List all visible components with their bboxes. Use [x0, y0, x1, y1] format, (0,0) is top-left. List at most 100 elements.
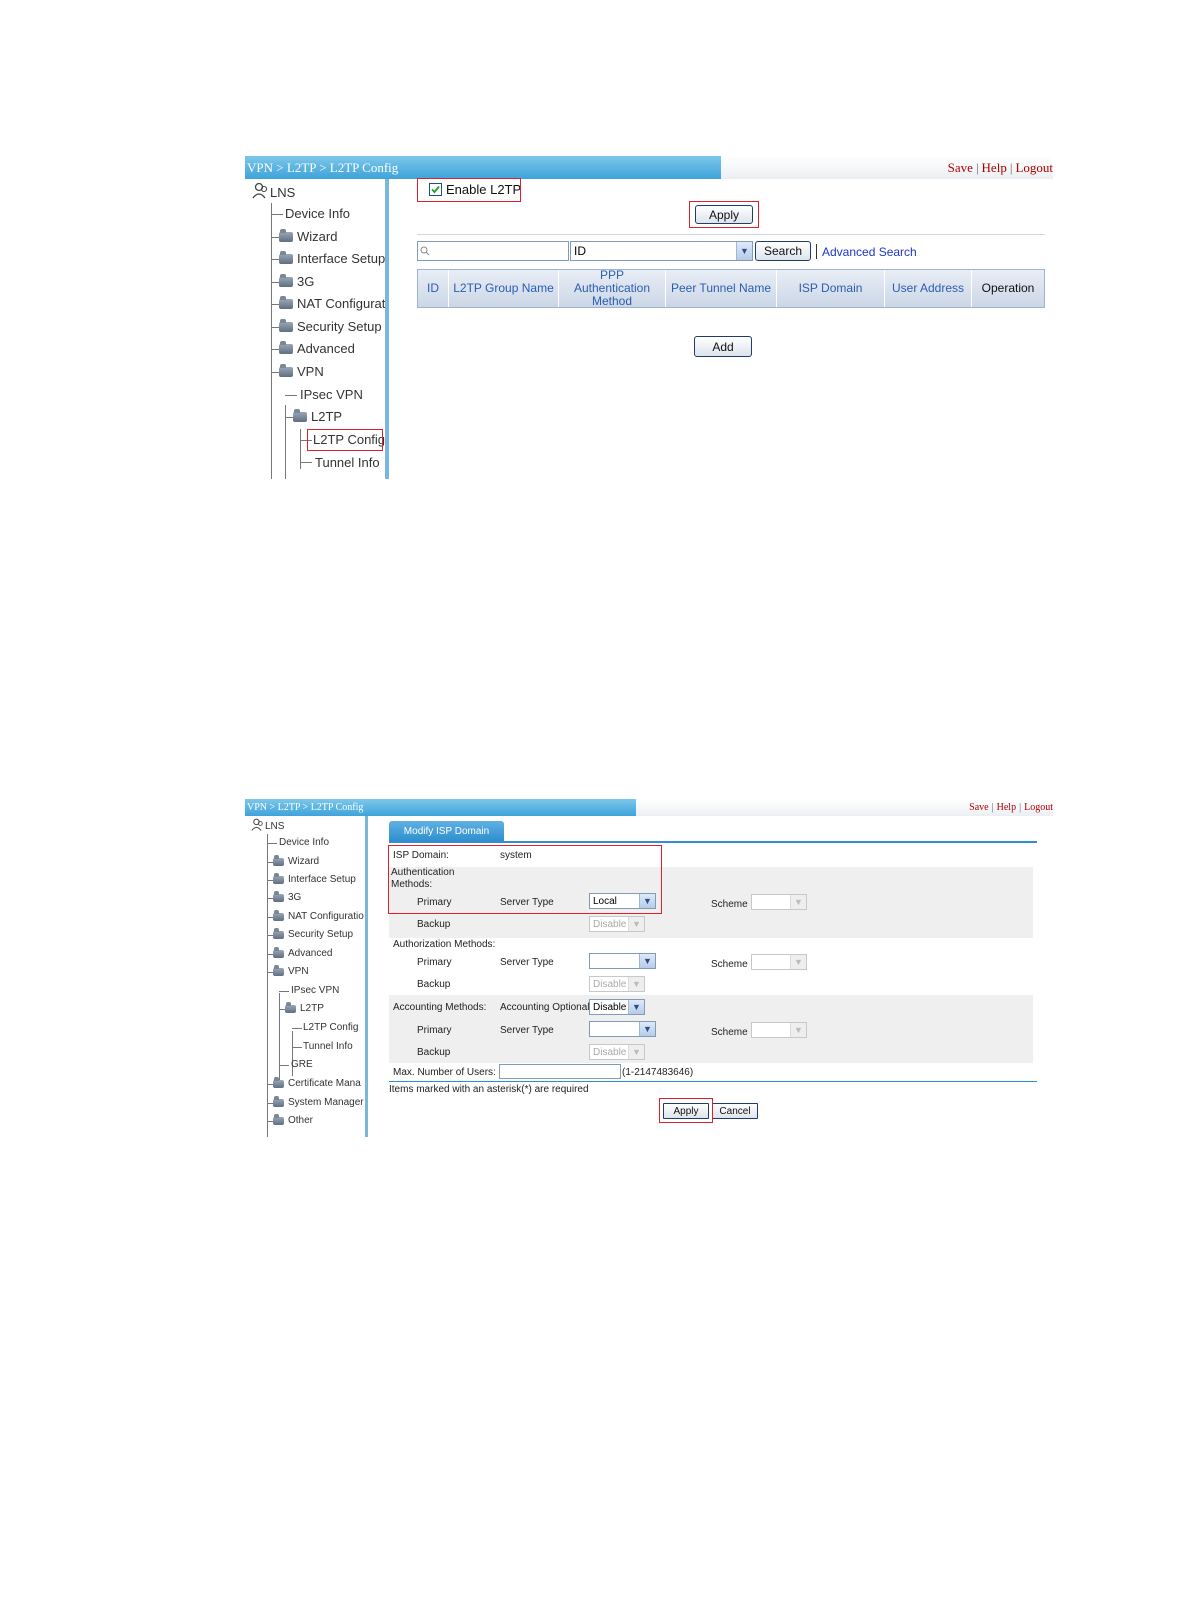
- breadcrumb: VPN > L2TP > L2TP Config: [245, 799, 636, 816]
- tree-item-device-info[interactable]: Device Info: [285, 206, 350, 221]
- auth-scheme-label: Scheme: [711, 899, 748, 910]
- acct-primary-server-select[interactable]: ▼: [589, 1021, 656, 1037]
- tree-item-3g[interactable]: 3G: [273, 890, 301, 903]
- save-link[interactable]: Save: [948, 160, 973, 176]
- tree-item-security-setup[interactable]: Security Setup: [279, 318, 382, 334]
- tree-item-tunnel-info[interactable]: Tunnel Info: [315, 455, 380, 470]
- tree-item-other[interactable]: Other: [273, 1113, 313, 1126]
- authz-backup-label: Backup: [417, 979, 451, 990]
- chevron-down-icon: ▼: [736, 242, 752, 260]
- tree-item-tunnel-info[interactable]: Tunnel Info: [303, 1041, 353, 1052]
- folder-icon: [273, 854, 284, 866]
- tree-item-gre[interactable]: GRE: [291, 1059, 313, 1070]
- authz-primary-server-select[interactable]: ▼: [589, 953, 656, 969]
- acct-optional-select[interactable]: Disable ▼: [589, 999, 645, 1015]
- authz-server-type-label: Server Type: [500, 957, 554, 968]
- nav-tree: LNS Device Info Wizard Interface Setup 3…: [245, 816, 368, 1137]
- apply-button[interactable]: Apply: [663, 1103, 709, 1119]
- column-header-auth-method[interactable]: PPP Authentication Method: [559, 268, 666, 308]
- tree-item-l2tp-config[interactable]: L2TP Config: [313, 432, 385, 447]
- acct-scheme-select[interactable]: ▼: [751, 1022, 807, 1038]
- tree-item-label: Advanced: [297, 341, 355, 356]
- apply-button[interactable]: Apply: [695, 205, 753, 224]
- column-header-id[interactable]: ID: [418, 270, 449, 307]
- chevron-down-icon: ▼: [628, 917, 644, 931]
- chevron-down-icon: ▼: [628, 1045, 644, 1059]
- column-header-isp-domain[interactable]: ISP Domain: [777, 270, 885, 307]
- tree-item-label: Interface Setup: [297, 251, 386, 266]
- cancel-button[interactable]: Cancel: [712, 1103, 758, 1119]
- tree-item-interface-setup[interactable]: Interface Setup: [279, 250, 386, 266]
- folder-icon: [279, 250, 293, 264]
- folder-icon: [279, 340, 293, 354]
- tree-item-wizard[interactable]: Wizard: [273, 854, 319, 867]
- tree-item-l2tp-config[interactable]: L2TP Config: [303, 1022, 358, 1033]
- tab-underline: [389, 841, 1037, 843]
- auth-primary-server-value: Local: [593, 895, 617, 907]
- tree-item-wizard[interactable]: Wizard: [279, 228, 338, 244]
- tree-root-lns[interactable]: LNS: [251, 818, 284, 835]
- column-header-peer-tunnel[interactable]: Peer Tunnel Name: [666, 270, 777, 307]
- acct-backup-server-select[interactable]: Disable ▼: [589, 1044, 645, 1060]
- save-link[interactable]: Save: [969, 802, 988, 813]
- tree-item-advanced[interactable]: Advanced: [273, 946, 332, 959]
- tree-item-label: Security Setup: [288, 929, 354, 940]
- tree-root-lns[interactable]: LNS: [252, 182, 295, 203]
- max-users-label: Max. Number of Users:: [393, 1067, 496, 1078]
- auth-primary-server-select[interactable]: Local ▼: [589, 893, 656, 909]
- acct-backup-server-value: Disable: [593, 1046, 627, 1058]
- tree-item-label: System Manager: [288, 1097, 364, 1108]
- tree-item-label: GRE: [291, 1059, 313, 1070]
- folder-open-icon: [279, 363, 293, 377]
- tree-item-l2tp[interactable]: L2TP: [293, 408, 342, 424]
- authz-scheme-select[interactable]: ▼: [751, 954, 807, 970]
- chevron-down-icon: ▼: [639, 954, 655, 968]
- chevron-down-icon: ▼: [639, 894, 655, 908]
- tree-item-label: 3G: [297, 274, 315, 289]
- add-button[interactable]: Add: [694, 336, 752, 357]
- auth-primary-label: Primary: [417, 897, 452, 908]
- tree-item-vpn[interactable]: VPN: [279, 363, 324, 379]
- column-header-group-name[interactable]: L2TP Group Name: [449, 270, 559, 307]
- folder-icon: [279, 318, 293, 332]
- tree-item-nat-configuration[interactable]: NAT Configurati: [279, 295, 385, 311]
- logout-link[interactable]: Logout: [1015, 160, 1053, 176]
- tree-item-label: L2TP Config: [303, 1022, 359, 1033]
- advanced-search-link[interactable]: Advanced Search: [822, 245, 917, 259]
- help-link[interactable]: Help: [982, 160, 1007, 176]
- tree-item-vpn[interactable]: VPN: [273, 964, 309, 977]
- folder-icon: [273, 927, 284, 939]
- search-input[interactable]: [417, 241, 569, 261]
- tab-modify-isp-domain[interactable]: Modify ISP Domain: [389, 821, 504, 841]
- tree-item-label: IPsec VPN: [300, 387, 363, 402]
- tree-item-l2tp[interactable]: L2TP: [285, 1001, 324, 1014]
- auth-backup-server-select[interactable]: Disable ▼: [589, 916, 645, 932]
- auth-backup-server-value: Disable: [593, 918, 627, 930]
- users-icon: [252, 182, 270, 203]
- max-users-input[interactable]: [499, 1064, 621, 1079]
- column-header-user-address[interactable]: User Address: [885, 270, 972, 307]
- modify-isp-domain-screenshot: VPN > L2TP > L2TP Config Save | Help | Log…: [245, 799, 1053, 1137]
- tree-item-label: Wizard: [297, 229, 338, 244]
- tree-item-interface-setup[interactable]: Interface Setup: [273, 872, 356, 885]
- tree-item-security-setup[interactable]: Security Setup: [273, 927, 354, 940]
- tree-item-system-manager[interactable]: System Manager: [273, 1095, 364, 1108]
- tree-item-nat-configuration[interactable]: NAT Configuratio: [273, 909, 364, 922]
- logout-link[interactable]: Logout: [1024, 802, 1053, 813]
- auth-scheme-select[interactable]: ▼: [751, 894, 807, 910]
- checkbox-icon: [429, 183, 442, 196]
- tree-item-ipsec-vpn[interactable]: IPsec VPN: [300, 387, 363, 402]
- enable-l2tp-checkbox[interactable]: Enable L2TP: [429, 182, 521, 197]
- tree-item-ipsec-vpn[interactable]: IPsec VPN: [291, 985, 339, 996]
- search-field-select[interactable]: ID ▼: [570, 241, 753, 261]
- tree-item-certificate-management[interactable]: Certificate Mana: [273, 1076, 361, 1089]
- tree-item-3g[interactable]: 3G: [279, 273, 315, 289]
- tree-item-label: IPsec VPN: [291, 985, 340, 996]
- tree-item-advanced[interactable]: Advanced: [279, 340, 355, 356]
- auth-server-type-label: Server Type: [500, 897, 554, 908]
- help-link[interactable]: Help: [997, 802, 1016, 813]
- authz-backup-server-select[interactable]: Disable ▼: [589, 976, 645, 992]
- tree-item-label: Certificate Mana: [288, 1078, 361, 1089]
- search-button[interactable]: Search: [755, 241, 811, 261]
- tree-item-device-info[interactable]: Device Info: [279, 837, 329, 848]
